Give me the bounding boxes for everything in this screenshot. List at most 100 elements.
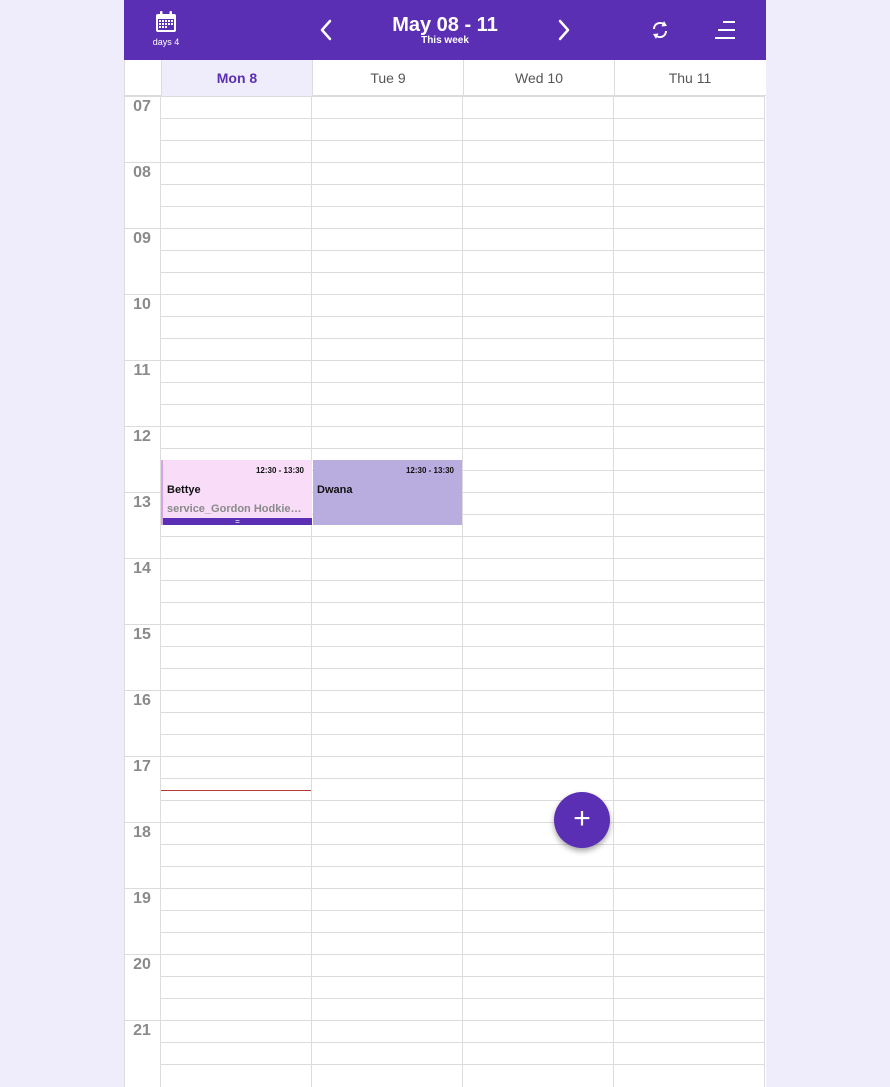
hour-row: 21 — [124, 1020, 766, 1086]
slot-line — [124, 954, 765, 955]
hour-label: 21 — [133, 1022, 151, 1039]
previous-week-button[interactable] — [314, 16, 338, 44]
slot-line — [160, 1042, 765, 1043]
hour-label: 09 — [133, 230, 151, 247]
hour-label: 19 — [133, 890, 151, 907]
hour-label: 16 — [133, 692, 151, 709]
hour-label: 13 — [133, 494, 151, 511]
hour-label: 12 — [133, 428, 151, 445]
hour-label: 17 — [133, 758, 151, 775]
event-dwana[interactable]: 12:30 - 13:30 Dwana — [313, 460, 462, 525]
slot-line — [160, 206, 765, 207]
hour-row: 18 — [124, 822, 766, 888]
slot-line — [160, 778, 765, 779]
time-grid[interactable]: 07 08 09 10 11 12 13 14 15 16 17 18 19 20 21 12:30 - 1… — [124, 96, 766, 1087]
slot-line — [124, 1020, 765, 1021]
slot-line — [160, 712, 765, 713]
refresh-icon — [652, 21, 668, 39]
slot-line — [160, 932, 765, 933]
chevron-right-icon — [558, 19, 570, 41]
slot-line — [160, 404, 765, 405]
hour-label: 15 — [133, 626, 151, 643]
page-title: May 08 - 11 — [392, 14, 498, 36]
hour-row: 08 — [124, 162, 766, 228]
slot-line — [124, 162, 765, 163]
slot-line — [160, 998, 765, 999]
menu-button[interactable] — [712, 18, 738, 42]
slot-line — [124, 426, 765, 427]
slot-line — [160, 536, 765, 537]
slot-line — [160, 382, 765, 383]
day-header-thu[interactable]: Thu 11 — [614, 60, 765, 96]
hour-row: 19 — [124, 888, 766, 954]
slot-line — [160, 1064, 765, 1065]
slot-line — [124, 360, 765, 361]
slot-line — [124, 690, 765, 691]
view-toggle-button[interactable]: days 4 — [146, 8, 186, 52]
hour-row: 20 — [124, 954, 766, 1020]
hour-row: 10 — [124, 294, 766, 360]
calendar-icon — [156, 11, 176, 32]
slot-line — [160, 976, 765, 977]
event-resize-handle[interactable]: = — [163, 518, 312, 525]
slot-line — [160, 602, 765, 603]
hour-label: 10 — [133, 296, 151, 313]
next-week-button[interactable] — [552, 16, 576, 44]
hour-row: 17 — [124, 756, 766, 822]
hour-label: 14 — [133, 560, 151, 577]
slot-line — [160, 316, 765, 317]
hour-row: 07 — [124, 96, 766, 162]
hour-label: 07 — [133, 98, 151, 115]
slot-line — [160, 866, 765, 867]
slot-line — [160, 800, 765, 801]
add-appointment-button[interactable]: + — [554, 792, 610, 848]
day-header-mon[interactable]: Mon 8 — [161, 60, 312, 96]
calendar-app: days 4 May 08 - 11 This week Mon 8 Tue 9… — [124, 0, 766, 1087]
hour-label: 18 — [133, 824, 151, 841]
hour-row: 11 — [124, 360, 766, 426]
slot-line — [160, 844, 765, 845]
slot-line — [124, 756, 765, 757]
slot-line — [124, 294, 765, 295]
slot-line — [160, 448, 765, 449]
slot-line — [160, 140, 765, 141]
slot-line — [160, 668, 765, 669]
view-label: days 4 — [152, 37, 180, 47]
slot-line — [160, 910, 765, 911]
slot-line — [160, 580, 765, 581]
hour-row: 09 — [124, 228, 766, 294]
hour-label: 11 — [133, 362, 151, 379]
event-time: 12:30 - 13:30 — [255, 466, 304, 475]
slot-line — [160, 646, 765, 647]
slot-line — [124, 822, 765, 823]
slot-line — [124, 624, 765, 625]
hour-row: 15 — [124, 624, 766, 690]
day-header-tue[interactable]: Tue 9 — [312, 60, 463, 96]
slot-line — [160, 250, 765, 251]
event-title: Bettye — [167, 484, 201, 496]
event-service: service_Gordon Hodkiewicz — [167, 503, 307, 515]
slot-line — [124, 558, 765, 559]
slot-line — [124, 888, 765, 889]
slot-line — [160, 272, 765, 273]
refresh-button[interactable] — [648, 18, 672, 42]
chevron-left-icon — [320, 19, 332, 41]
slot-line — [160, 734, 765, 735]
menu-icon — [715, 21, 735, 39]
day-header-row: Mon 8 Tue 9 Wed 10 Thu 11 — [124, 60, 766, 96]
hour-row: 16 — [124, 690, 766, 756]
hour-row: 14 — [124, 558, 766, 624]
slot-line — [124, 228, 765, 229]
slot-line — [124, 96, 765, 97]
slot-line — [160, 338, 765, 339]
page-subtitle: This week — [421, 35, 469, 46]
slot-line — [160, 118, 765, 119]
event-title: Dwana — [317, 484, 353, 496]
event-bettye[interactable]: 12:30 - 13:30 Bettye service_Gordon Hodk… — [161, 460, 312, 525]
slot-line — [160, 184, 765, 185]
hour-label: 08 — [133, 164, 151, 181]
hour-label: 20 — [133, 956, 151, 973]
day-header-wed[interactable]: Wed 10 — [463, 60, 614, 96]
calendar-header: days 4 May 08 - 11 This week — [124, 0, 766, 60]
plus-icon: + — [573, 802, 591, 835]
